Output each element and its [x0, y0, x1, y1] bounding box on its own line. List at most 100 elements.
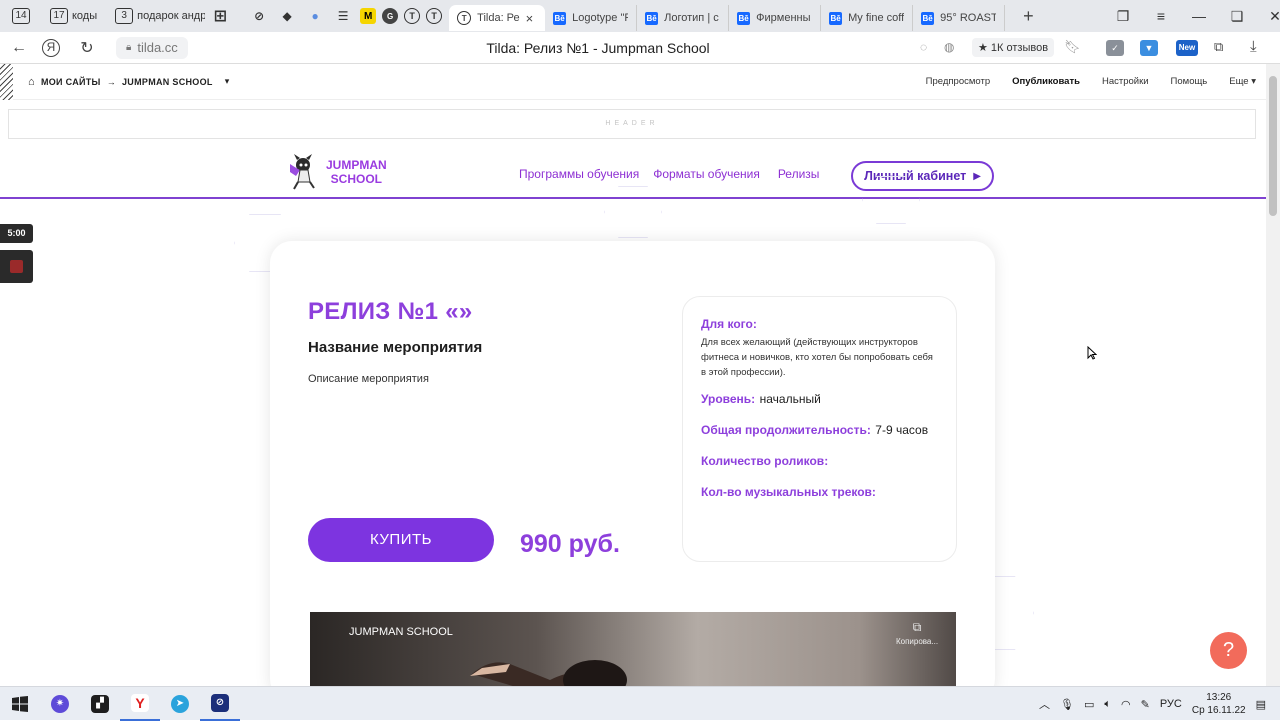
close-tab-icon[interactable]: ×	[526, 11, 534, 26]
home-icon[interactable]: ⌂	[28, 76, 35, 88]
windows-logo-icon	[12, 695, 28, 712]
protect-icon[interactable]: ◍	[944, 40, 954, 54]
breadcrumb-my-sites[interactable]: МОИ САЙТЫ	[41, 77, 101, 87]
pinned-tab-icon[interactable]: ⊘	[248, 5, 270, 27]
hamburger-menu-icon[interactable]: ≡	[1142, 8, 1180, 24]
chat-icon[interactable]: ◌	[920, 40, 927, 54]
tab-group-label: подарок андре	[137, 10, 206, 22]
breadcrumb-arrow-icon: →	[106, 76, 116, 87]
tracks-count-label: Кол-во музыкальных треков:	[701, 485, 876, 499]
vpn-shield-icon[interactable]: ▼	[1140, 40, 1158, 56]
language-indicator[interactable]: РУС	[1160, 698, 1182, 710]
pen-icon[interactable]: ✎	[1141, 698, 1150, 711]
clock-time: 13:26	[1206, 692, 1232, 703]
taskbar-app[interactable]: ⊘	[200, 687, 240, 721]
help-link[interactable]: Помощь	[1171, 76, 1208, 87]
download-icon[interactable]: ⤓	[1250, 38, 1257, 55]
scroll-thumb[interactable]	[1269, 76, 1277, 216]
video-player[interactable]: JUMPMAN SCHOOL ⧉ Копирова...	[310, 612, 956, 688]
help-button[interactable]: ?	[1210, 632, 1247, 669]
minimize-icon[interactable]: —	[1180, 8, 1218, 24]
event-name: Название мероприятия	[308, 339, 483, 356]
tab-label: Фирменны	[756, 12, 811, 24]
page-scrollbar[interactable]	[1266, 64, 1280, 686]
tab-group-codes[interactable]: 17 коды	[44, 4, 103, 28]
nav-programs[interactable]: Программы обучения	[519, 167, 639, 181]
pinned-tab-icon[interactable]: ●	[304, 5, 326, 27]
tabs-menu-icon[interactable]: ❐	[1104, 8, 1142, 25]
taskbar-app[interactable]: ▞	[80, 687, 120, 721]
tab-label: 95° ROASTE	[940, 12, 996, 24]
duration-value: 7-9 часов	[875, 423, 929, 437]
tab-behance[interactable]: Bē Фирменны	[729, 5, 822, 31]
taskbar-app[interactable]: ✷	[40, 687, 80, 721]
start-button[interactable]	[0, 687, 40, 721]
header-block-placeholder[interactable]: HEADER	[8, 109, 1256, 139]
behance-icon: Bē	[829, 11, 843, 25]
logo-line-2: SCHOOL	[330, 172, 382, 186]
breadcrumb-project[interactable]: JUMPMAN SCHOOL	[122, 77, 213, 87]
bookmark-icon[interactable]: 🔖︎	[1064, 39, 1081, 55]
settings-link[interactable]: Настройки	[1102, 76, 1149, 87]
taskbar-app[interactable]: Y	[120, 687, 160, 721]
adblock-shield-icon[interactable]: ✓	[1106, 40, 1124, 56]
show-hidden-icons-icon[interactable]: ︿	[1039, 696, 1050, 712]
release-title: РЕЛИЗ №1 «»	[308, 298, 473, 325]
tab-group-counter[interactable]: 14	[6, 4, 36, 28]
new-tab-plus-icon[interactable]: +	[1023, 6, 1034, 27]
buy-button[interactable]: КУПИТЬ	[308, 518, 494, 562]
tab-behance[interactable]: Bē 95° ROASTE	[913, 5, 1006, 31]
wifi-icon[interactable]: ◠	[1121, 698, 1131, 711]
copy-link-button[interactable]: ⧉ Копирова...	[892, 620, 942, 646]
nav-formats[interactable]: Форматы обучения	[653, 167, 760, 181]
yandex-browser-icon: Y	[131, 693, 149, 712]
volume-icon[interactable]: 🔈︎	[1104, 698, 1111, 711]
video-title: JUMPMAN SCHOOL	[349, 626, 453, 638]
more-dropdown[interactable]: Еще ▾	[1229, 76, 1256, 87]
tilda-editor-bar: ⌂ МОИ САЙТЫ → JUMPMAN SCHOOL ▾ Предпросм…	[0, 64, 1266, 100]
pinned-tab-icon[interactable]: M	[360, 8, 377, 24]
notifications-icon[interactable]: ▤	[1256, 698, 1266, 711]
behance-icon: Bē	[553, 11, 567, 25]
tab-behance[interactable]: Bē Logotype "F	[545, 5, 638, 31]
event-description: Описание мероприятия	[308, 373, 429, 385]
mouse-cursor-icon	[1087, 346, 1097, 360]
taskbar-app[interactable]: ➤	[160, 687, 200, 721]
clock[interactable]: 13:26 Ср 16.11.22	[1192, 691, 1246, 717]
microphone-icon[interactable]: 🎙︎	[1060, 698, 1074, 711]
videos-count-row: Количество роликов:	[701, 452, 938, 470]
tab-count-badge: 14	[12, 8, 30, 24]
new-extension-icon[interactable]: New	[1176, 40, 1198, 56]
caret-down-icon[interactable]: ▾	[225, 76, 230, 87]
tab-behance[interactable]: Bē Логотип | с	[637, 5, 730, 31]
copy-link-label: Копирова...	[895, 637, 939, 646]
reviews-badge[interactable]: ★ 1К отзывов	[972, 38, 1055, 57]
tab-count-badge: 17	[50, 8, 68, 24]
tab-label: Tilda: Ре	[477, 12, 520, 24]
publish-link[interactable]: Опубликовать	[1012, 76, 1080, 87]
pinned-tilda-icon[interactable]: T	[404, 8, 421, 24]
settings-gear-icon: ✷	[51, 694, 69, 713]
maximize-icon[interactable]: ❏	[1218, 8, 1256, 25]
tab-tilda-release[interactable]: T Tilda: Ре ×	[449, 5, 546, 31]
tab-behance[interactable]: Bē My fine coff	[821, 5, 914, 31]
pinned-tab-icon[interactable]: ☰	[332, 5, 354, 27]
tab-group-gift[interactable]: 3 подарок андре	[109, 4, 205, 28]
nav-releases[interactable]: Релизы	[778, 167, 820, 181]
new-tab-group-icon[interactable]: ⊞	[209, 5, 231, 27]
site-logo[interactable]: JUMPMAN SCHOOL	[286, 152, 396, 192]
pinned-tab-icon[interactable]: ◆	[276, 5, 298, 27]
figma-icon: ▞	[91, 694, 109, 713]
stop-recording-button[interactable]	[0, 250, 33, 283]
extensions-icon[interactable]: ⧉	[1214, 39, 1223, 55]
tab-group-label: коды	[72, 10, 98, 22]
videos-count-label: Количество роликов:	[701, 454, 829, 468]
battery-icon[interactable]: ▭	[1084, 698, 1094, 711]
behance-icon: Bē	[645, 11, 659, 25]
screen-recorder-icon: ⊘	[211, 693, 229, 712]
preview-link[interactable]: Предпросмотр	[926, 76, 990, 87]
pinned-tab-icon[interactable]: G	[382, 8, 399, 24]
close-window-icon[interactable]: ✕	[1256, 8, 1280, 25]
pinned-tilda-icon[interactable]: T	[426, 8, 443, 24]
tracks-count-row: Кол-во музыкальных треков:	[701, 483, 938, 501]
